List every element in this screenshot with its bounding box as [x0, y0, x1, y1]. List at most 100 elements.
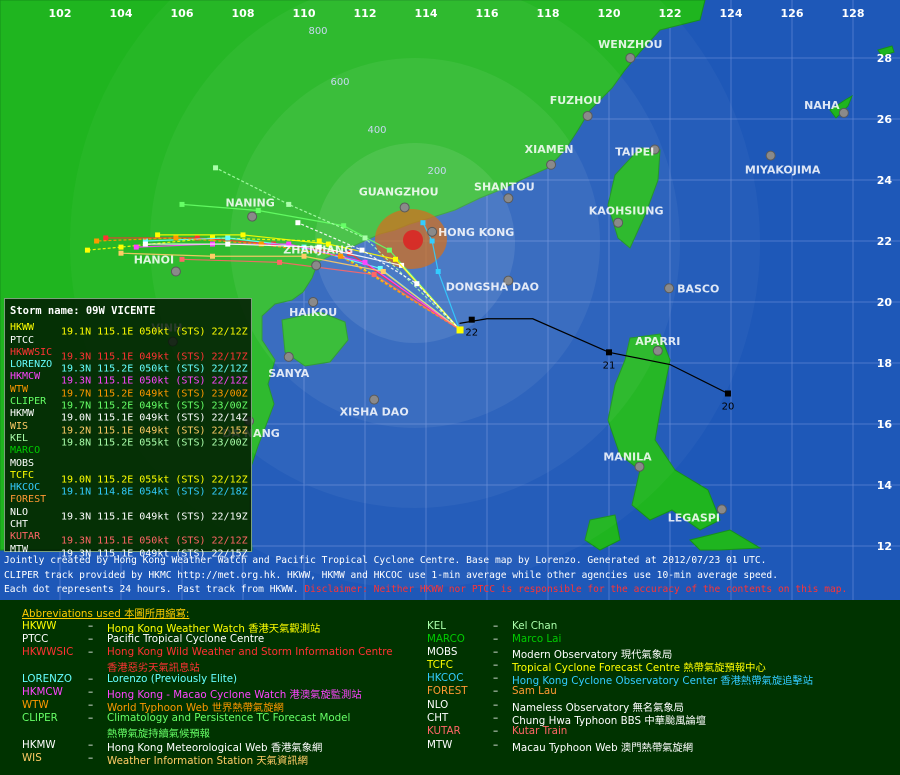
- forecast-point: [133, 244, 139, 250]
- lon-tick-label: 104: [110, 7, 133, 20]
- abbreviation-entry: TCFC – Tropical Cyclone Forecast Centre 熱帶…: [427, 659, 887, 674]
- city-marker: [838, 107, 849, 118]
- city-label: GUANGZHOU: [359, 185, 439, 198]
- forecast-point: [362, 235, 368, 241]
- abbreviation-dash: –: [88, 712, 94, 724]
- storm-entry: LORENZO 19.3N 115.2E 050kt (STS) 22/12Z: [5, 359, 251, 374]
- past-track-label: 20: [722, 402, 735, 413]
- storm-title: Storm name: 09W VICENTE: [10, 305, 156, 317]
- abbreviation-entry: HKWWSIC – Hong Kong Wild Weather and Storm…: [22, 646, 482, 674]
- forecast-point: [295, 220, 301, 226]
- agency-code: LORENZO: [10, 359, 61, 371]
- city-label: LEGASPI: [668, 511, 720, 524]
- lon-tick-label: 118: [537, 7, 560, 20]
- forecast-point: [414, 281, 420, 287]
- abbreviation-code: HKWWSIC: [22, 646, 74, 658]
- forecast-point: [240, 232, 246, 238]
- city-marker: [625, 53, 636, 63]
- abbreviation-entry: LORENZO – Lorenzo (Previously Elite): [22, 673, 482, 687]
- storm-entry: CLIPER 19.7N 115.2E 049kt (STS) 23/00Z: [5, 396, 251, 411]
- lat-tick-label: 26: [877, 113, 893, 126]
- radius-label-800: 800: [308, 26, 327, 37]
- typhoon-track-map-page: 800 600 400 200 20 21 22 WENZHOU FUZHOU NAHA XIA…: [0, 0, 900, 775]
- forecast-point: [142, 241, 148, 247]
- lat-tick-label: 28: [877, 52, 892, 65]
- abbreviation-dash: –: [493, 685, 499, 697]
- city-marker: [311, 260, 322, 271]
- city-marker: [247, 211, 258, 222]
- abbreviation-entry: WTW – World Typhoon Web 世界熱帶氣旋網: [22, 699, 482, 714]
- abbreviation-entry: FOREST – Sam Lau: [427, 685, 887, 699]
- storm-entry: WIS 19.2N 115.1E 049kt (STS) 22/15Z: [5, 421, 251, 436]
- abbreviation-code: HKCOC: [427, 672, 464, 684]
- lat-tick-label: 14: [877, 479, 893, 492]
- forecast-point: [225, 241, 231, 247]
- abbreviation-dash: –: [88, 633, 94, 645]
- forecast-point: [225, 235, 231, 241]
- storm-entry: HKCOC 19.1N 114.8E 054kt (STS) 22/18Z: [5, 482, 251, 497]
- agency-code: MOBS: [10, 457, 61, 469]
- forecast-point: [94, 238, 100, 244]
- abbreviations-heading: Abbreviations used 本圖所用縮寫:: [22, 608, 190, 620]
- city-label: SHANTOU: [474, 180, 535, 193]
- agency-code: KEL: [10, 432, 61, 444]
- lat-tick-label: 16: [877, 418, 893, 431]
- city-label: NAHA: [804, 99, 840, 112]
- credit-line-1: Jointly created by Hong Kong Weather Wat…: [4, 555, 767, 566]
- abbreviation-entry: MTW – Macau Typhoon Web 澳門熱帶氣旋網: [427, 739, 887, 754]
- forecast-point: [380, 269, 386, 274]
- city-marker: [582, 110, 593, 121]
- storm-entry: NLO 19.3N 115.1E 049kt (STS) 22/19Z: [5, 507, 251, 523]
- city-marker: [503, 193, 514, 204]
- abbreviation-entry: CHT – Chung Hwa Typhoon BBS 中華颱風論壇: [427, 712, 887, 727]
- storm-entry: HKWW 19.1N 115.1E 050kt (STS) 22/12Z: [5, 322, 251, 337]
- agency-code: HKMW: [10, 408, 61, 420]
- city-label: BASCO: [677, 282, 719, 295]
- abbreviation-code: CHT: [427, 712, 449, 724]
- abbreviation-name: Climatology and Persistence TC Forecast …: [107, 712, 351, 724]
- abbreviation-dash: –: [493, 659, 499, 671]
- forecast-point: [173, 235, 179, 241]
- forecast-point: [393, 256, 398, 262]
- lat-tick-label: 12: [877, 540, 892, 553]
- forecast-point: [420, 220, 426, 226]
- abbreviation-name: Marco Lai: [512, 633, 562, 645]
- past-track-label: 22: [465, 328, 478, 339]
- abbreviation-dash: –: [493, 633, 499, 645]
- credit-line-3-text: Each dot represents 24 hours. Past track…: [4, 584, 299, 596]
- city-marker: [170, 266, 181, 277]
- city-label: SANYA: [268, 367, 310, 380]
- lon-tick-label: 114: [415, 7, 438, 20]
- forecast-point: [371, 272, 377, 278]
- lon-tick-label: 126: [781, 7, 804, 20]
- abbreviation-dash: –: [493, 672, 499, 684]
- abbreviation-dash: –: [88, 752, 94, 764]
- abbreviation-entry: CLIPER – Climatology and Persistence TC Fo…: [22, 712, 482, 740]
- abbreviation-code: LORENZO: [22, 673, 72, 685]
- lat-tick-label: 22: [877, 235, 892, 248]
- forecast-point: [118, 250, 124, 256]
- storm-entry: KUTAR 19.3N 115.1E 050kt (STS) 22/12Z: [5, 531, 251, 546]
- abbreviation-name: Kel Chan: [512, 620, 558, 632]
- agency-forecast: 19.3N 115.1E 049kt (STS) 22/19Z: [61, 511, 248, 523]
- forecast-point: [429, 238, 435, 244]
- agency-code: TCFC: [10, 469, 61, 481]
- abbreviation-dash: –: [88, 673, 94, 685]
- lon-tick-label: 120: [598, 7, 621, 20]
- past-track-label: 21: [603, 360, 616, 371]
- city-label: FUZHOU: [550, 94, 602, 107]
- forecast-point: [286, 201, 292, 207]
- abbreviation-code: FOREST: [427, 685, 468, 697]
- abbreviation-entry: HKWW – Hong Kong Weather Watch 香港天氣觀測站: [22, 620, 482, 635]
- agency-code: HKWW: [10, 322, 61, 334]
- abbreviation-code: WIS: [22, 752, 42, 764]
- past-track-point: [724, 390, 731, 397]
- lon-tick-label: 108: [232, 7, 255, 20]
- abbreviation-entry: HKCOC – Hong Kong Cyclone Observatory Cent…: [427, 672, 887, 687]
- city-marker: [399, 202, 410, 213]
- abbreviation-name: Sam Lau: [512, 685, 557, 697]
- forecast-point: [155, 232, 161, 238]
- lon-tick-label: 112: [354, 7, 377, 20]
- forecast-point: [386, 247, 392, 253]
- city-marker: [664, 283, 675, 294]
